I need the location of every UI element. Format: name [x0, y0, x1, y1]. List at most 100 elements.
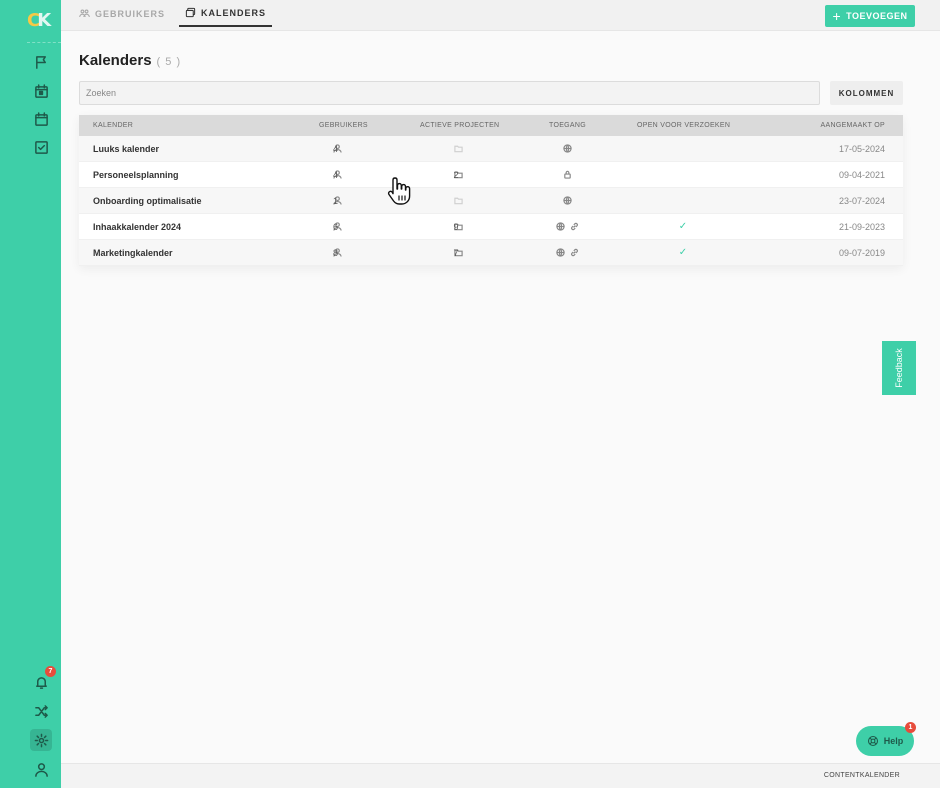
header-name[interactable]: KALENDER: [93, 115, 133, 136]
row-access: [549, 136, 585, 161]
globe-icon: [555, 248, 565, 257]
row-projects-count: 9: [453, 221, 459, 232]
sidebar-item-flag[interactable]: [30, 51, 52, 73]
sidebar-item-notifications[interactable]: 7: [30, 666, 56, 693]
tab-calendars-label: KALENDERS: [201, 7, 267, 18]
table-row[interactable]: Inhaakkalender 2024 6 9 ✓ 21-09-2023: [79, 214, 903, 240]
feedback-label: Feedback: [894, 348, 904, 388]
row-open: [637, 136, 729, 161]
footer-label: CONTENTKALENDER: [823, 772, 900, 779]
row-projects-count: 7: [453, 247, 459, 258]
row-access: [549, 188, 585, 213]
sidebar: CK 7: [0, 0, 61, 788]
globe-icon: [555, 222, 565, 231]
sidebar-item-profile[interactable]: [30, 758, 52, 780]
table-header: KALENDER GEBRUIKERS ACTIEVE PROJECTEN TO…: [79, 115, 903, 136]
link-icon: [570, 248, 578, 257]
row-users-count: 4: [333, 169, 339, 180]
feedback-tab[interactable]: Feedback: [882, 341, 916, 395]
row-projects: 7: [417, 240, 499, 265]
help-button[interactable]: Help 1: [856, 722, 916, 756]
row-projects: [417, 188, 499, 213]
table-row[interactable]: Marketingkalender 8 7 ✓ 09-07-2019: [79, 240, 903, 266]
checkbox-icon: [34, 140, 48, 154]
plus-icon: +: [832, 8, 842, 24]
row-users-count: 6: [333, 221, 339, 232]
row-name: Inhaakkalender 2024: [93, 221, 182, 232]
bell-icon: [35, 676, 47, 689]
users-icon: [79, 9, 90, 17]
row-users: 8: [333, 240, 355, 265]
calendar-event-icon: [34, 83, 48, 98]
sidebar-item-tasks[interactable]: [30, 136, 52, 158]
row-users: 6: [333, 214, 355, 239]
row-created: 09-04-2021: [838, 169, 885, 180]
header-created[interactable]: AANGEMAAKT OP: [821, 115, 885, 136]
row-created: 17-05-2024: [838, 143, 885, 154]
sidebar-item-shuffle[interactable]: [30, 700, 52, 722]
row-name: Personeelsplanning: [93, 169, 179, 180]
tab-calendars[interactable]: KALENDERS: [179, 0, 273, 27]
tab-users-label: GEBRUIKERS: [95, 8, 166, 19]
check-icon: ✓: [678, 247, 688, 258]
row-open: [637, 188, 729, 213]
header-users[interactable]: GEBRUIKERS: [319, 115, 368, 136]
notification-badge: 7: [45, 666, 56, 677]
row-name: Marketingkalender: [93, 247, 173, 258]
row-projects: 9: [417, 214, 499, 239]
top-bar: GEBRUIKERS KALENDERS + TOEVOEGEN: [61, 0, 940, 31]
row-users: 4: [333, 136, 355, 161]
search-input[interactable]: [79, 81, 820, 105]
user-icon: [34, 762, 48, 777]
footer: CONTENTKALENDER: [61, 763, 940, 788]
row-projects-count: 2: [453, 169, 459, 180]
columns-button[interactable]: KOLOMMEN: [830, 81, 903, 105]
app-logo[interactable]: CK: [27, 10, 51, 31]
folder-icon: [453, 145, 463, 153]
row-open: ✓: [637, 240, 729, 265]
row-access: [549, 240, 585, 265]
row-open: ✓: [637, 214, 729, 239]
header-projects[interactable]: ACTIEVE PROJECTEN: [420, 115, 499, 136]
sidebar-divider: [27, 42, 61, 43]
row-users-count: 1: [333, 195, 339, 206]
globe-icon: [562, 196, 572, 205]
row-created: 23-07-2024: [838, 195, 885, 206]
row-users: 4: [333, 162, 355, 187]
help-badge: 1: [905, 722, 916, 733]
row-users: 1: [333, 188, 355, 213]
row-users-count: 8: [333, 247, 339, 258]
globe-icon: [562, 144, 572, 153]
hand-cursor-icon: [387, 177, 411, 205]
sidebar-item-settings[interactable]: [30, 729, 52, 751]
sidebar-item-calendar[interactable]: [30, 108, 52, 130]
sidebar-item-calendar-event[interactable]: [30, 80, 52, 102]
calendar-icon: [34, 111, 48, 126]
row-created: 09-07-2019: [838, 247, 885, 258]
check-icon: ✓: [678, 221, 688, 232]
row-access: [549, 162, 585, 187]
table-row[interactable]: Onboarding optimalisatie 1 23-07-2024: [79, 188, 903, 214]
calendars-icon: [185, 7, 196, 18]
row-created: 21-09-2023: [838, 221, 885, 232]
shuffle-icon: [34, 704, 48, 718]
lock-icon: [563, 170, 571, 179]
row-name: Luuks kalender: [93, 143, 160, 154]
table-row[interactable]: Personeelsplanning 4 2 09-04-2021: [79, 162, 903, 188]
row-open: [637, 162, 729, 187]
row-projects: 2: [417, 162, 499, 187]
add-button[interactable]: + TOEVOEGEN: [825, 5, 915, 27]
gear-icon: [34, 733, 48, 747]
row-users-count: 4: [333, 143, 339, 154]
page-title: Kalenders ( 5 ): [79, 52, 181, 69]
header-open[interactable]: OPEN VOOR VERZOEKEN: [637, 115, 730, 136]
row-projects: [417, 136, 499, 161]
help-label: Help: [883, 736, 904, 746]
table-row[interactable]: Luuks kalender 4 17-05-2024: [79, 136, 903, 162]
calendar-count: ( 5 ): [156, 56, 182, 68]
tab-users[interactable]: GEBRUIKERS: [79, 0, 165, 27]
calendars-table: KALENDER GEBRUIKERS ACTIEVE PROJECTEN TO…: [79, 115, 903, 266]
header-access[interactable]: TOEGANG: [549, 115, 586, 136]
lifebuoy-icon: [867, 735, 878, 747]
table-body: Luuks kalender 4 17-05-2024 Personeelsplann…: [79, 136, 903, 266]
